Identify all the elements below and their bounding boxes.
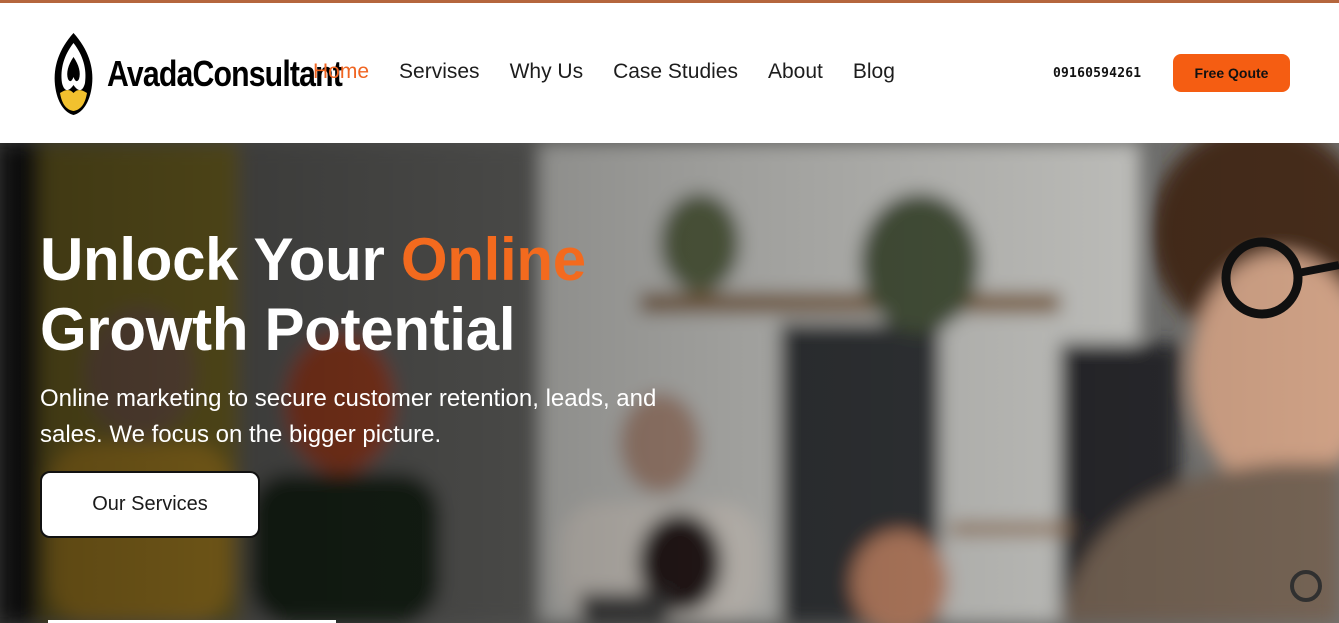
site-header: AvadaConsultant Home Servises Why Us Cas…	[0, 3, 1339, 143]
headline-part-2: Growth Potential	[40, 296, 516, 363]
free-quote-button[interactable]: Free Qoute	[1173, 54, 1290, 92]
nav-item-case-studies[interactable]: Case Studies	[613, 59, 738, 85]
nav-item-blog[interactable]: Blog	[853, 59, 895, 85]
hero-subtext: Online marketing to secure customer rete…	[40, 385, 657, 448]
hero-section: Unlock Your Online Growth Potential Onli…	[0, 143, 1339, 623]
our-services-button[interactable]: Our Services	[40, 471, 260, 538]
headline-accent: Online	[400, 226, 586, 293]
flame-logo-icon	[54, 33, 93, 115]
nav-item-why-us[interactable]: Why Us	[510, 59, 584, 85]
hero-headline: Unlock Your Online Growth Potential	[40, 225, 586, 365]
brand-name: AvadaConsultant	[107, 53, 343, 94]
nav-item-about[interactable]: About	[768, 59, 823, 85]
nav-item-home[interactable]: Home	[313, 59, 369, 85]
phone-number[interactable]: 09160594261	[1053, 66, 1141, 81]
main-nav: Home Servises Why Us Case Studies About …	[313, 59, 925, 85]
headline-part-1: Unlock Your	[40, 226, 401, 293]
nav-item-servises[interactable]: Servises	[399, 59, 480, 85]
